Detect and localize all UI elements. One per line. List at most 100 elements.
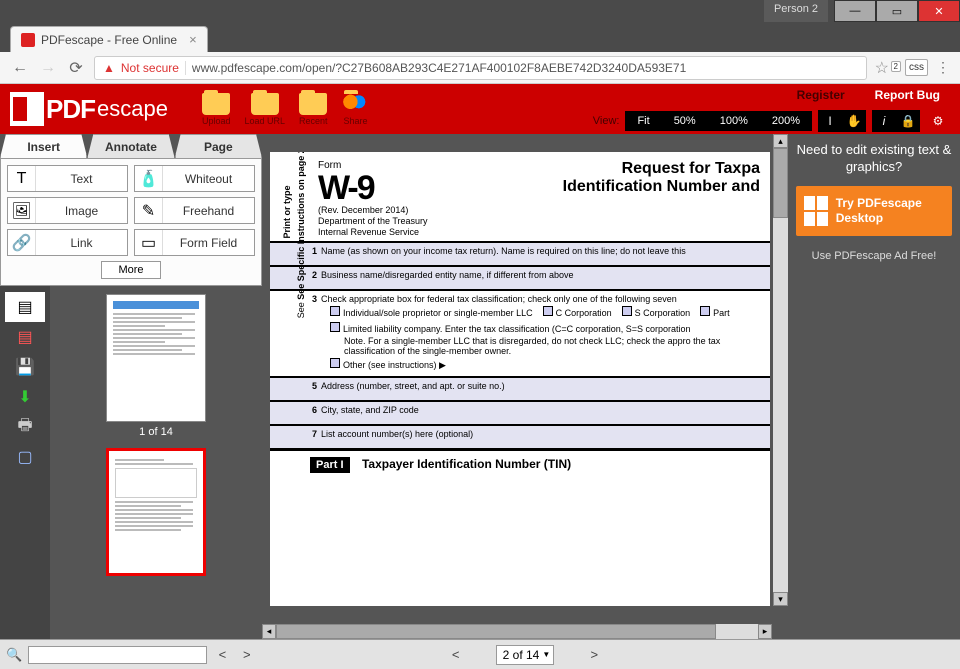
tab-page[interactable]: Page (175, 134, 262, 158)
header-links: Register Report Bug (797, 88, 940, 102)
tool-whiteout[interactable]: 🧴Whiteout (134, 165, 255, 192)
browser-tab-bar: PDFescape - Free Online × (0, 22, 960, 52)
view-fit-button[interactable]: Fit (625, 111, 661, 131)
scroll-down-icon[interactable]: ▾ (773, 592, 788, 606)
page-next-button[interactable]: > (574, 647, 614, 662)
checkbox-llc[interactable] (330, 322, 340, 332)
form-row-3: 3Check appropriate box for federal tax c… (270, 290, 770, 377)
css-extension-icon[interactable]: css (905, 59, 928, 76)
main-area: Insert Annotate Page TText 🧴Whiteout 🖼Im… (0, 134, 960, 639)
page-prev-button[interactable]: < (436, 647, 476, 662)
view-50-button[interactable]: 50% (662, 111, 708, 131)
tab-insert[interactable]: Insert (0, 134, 87, 158)
gear-icon[interactable]: ⚙ (926, 110, 950, 132)
side-save-icon[interactable]: 💾 (5, 352, 45, 382)
back-button[interactable]: ← (10, 59, 30, 77)
tool-formfield[interactable]: ▭Form Field (134, 229, 255, 256)
horizontal-scrollbar[interactable]: ◂ ▸ (262, 624, 772, 639)
hand-cursor-icon[interactable]: ✋ (842, 110, 866, 132)
form-row-6[interactable]: 6City, state, and ZIP code (270, 401, 770, 425)
thumb-next-button[interactable]: > (238, 647, 256, 662)
omnibox[interactable]: ▲ Not secure www.pdfescape.com/open/?C27… (94, 56, 867, 80)
vertical-scroll-thumb[interactable] (773, 148, 788, 218)
image-icon: 🖼 (8, 198, 36, 223)
app-header: PDFescape Upload Load URL Recent Share R… (0, 84, 960, 134)
side-text-print: Print or type (282, 152, 292, 312)
folder-upload-icon (202, 93, 230, 115)
thumbnail-pane[interactable]: 1 of 14 (50, 286, 262, 639)
thumb-prev-button[interactable]: < (213, 647, 231, 662)
form-row-5[interactable]: 5Address (number, street, and apt. or su… (270, 377, 770, 401)
browser-menu-icon[interactable]: ⋮ (936, 59, 950, 76)
bookmark-icon[interactable]: ☆ (875, 58, 889, 78)
checkbox-scorp[interactable] (622, 306, 632, 316)
checkbox-partnership[interactable] (700, 306, 710, 316)
tool-link[interactable]: 🔗Link (7, 229, 128, 256)
form-dept: Department of the Treasury (318, 216, 428, 227)
scroll-right-icon[interactable]: ▸ (758, 624, 772, 639)
thumbnail-page-2[interactable] (106, 448, 206, 576)
upload-button[interactable]: Upload (202, 93, 231, 126)
promo-question: Need to edit existing text & graphics? (796, 142, 952, 176)
side-download-icon[interactable]: ⬇ (5, 382, 45, 412)
checkbox-individual[interactable] (330, 306, 340, 316)
logo[interactable]: PDFescape (10, 92, 168, 126)
ad-free-link[interactable]: Use PDFescape Ad Free! (796, 250, 952, 262)
security-status: Not secure (121, 61, 186, 75)
page-selector[interactable]: 2 of 14 (496, 645, 555, 665)
lock-icon[interactable]: 🔒 (896, 110, 920, 132)
forward-button: → (38, 59, 58, 77)
view-200-button[interactable]: 200% (760, 111, 812, 131)
reload-button[interactable]: ⟳ (66, 58, 86, 78)
register-link[interactable]: Register (797, 88, 845, 102)
side-blank-icon[interactable]: ▢ (5, 442, 45, 472)
scroll-up-icon[interactable]: ▴ (773, 134, 788, 148)
form-number: W-9 (318, 171, 428, 205)
vertical-scrollbar[interactable]: ▴ ▾ (773, 134, 788, 606)
search-icon[interactable]: 🔍 (6, 647, 22, 663)
browser-tab[interactable]: PDFescape - Free Online × (10, 26, 208, 52)
tab-close-icon[interactable]: × (189, 32, 197, 47)
form-title-1: Request for Taxpa (438, 160, 760, 178)
more-button[interactable]: More (101, 261, 161, 279)
windows-icon (804, 196, 828, 226)
horizontal-scroll-thumb[interactable] (276, 624, 716, 639)
share-button[interactable]: Share (342, 93, 370, 126)
part-1-label: Part I (310, 457, 350, 473)
text-cursor-icon[interactable]: I (818, 110, 842, 132)
logo-text-pdf: PDF (46, 94, 95, 125)
thumbnail-page-1[interactable] (106, 294, 206, 422)
scroll-left-icon[interactable]: ◂ (262, 624, 276, 639)
pdf-page[interactable]: Print or type See See Specific Instructi… (270, 152, 770, 606)
form-row-2[interactable]: 2Business name/disregarded entity name, … (270, 266, 770, 290)
side-doc-icon[interactable]: ▤ (5, 322, 45, 352)
view-100-button[interactable]: 100% (708, 111, 760, 131)
side-print-icon[interactable]: 🖶 (5, 412, 45, 442)
checkbox-ccorp[interactable] (543, 306, 553, 316)
side-page-icon[interactable]: ▤ (5, 292, 45, 322)
loadurl-button[interactable]: Load URL (244, 93, 285, 126)
pencil-icon: ✎ (135, 198, 163, 223)
tool-image[interactable]: 🖼Image (7, 197, 128, 224)
try-desktop-button[interactable]: Try PDFescape Desktop (796, 186, 952, 236)
tool-freehand[interactable]: ✎Freehand (134, 197, 255, 224)
report-bug-link[interactable]: Report Bug (875, 88, 940, 102)
logo-text-escape: escape (97, 96, 168, 122)
tool-text[interactable]: TText (7, 165, 128, 192)
recent-button[interactable]: Recent (299, 93, 328, 126)
form-row-7[interactable]: 7List account number(s) here (optional) (270, 425, 770, 449)
profile-label[interactable]: Person 2 (764, 0, 828, 22)
maximize-button[interactable]: ▭ (876, 0, 918, 22)
form-body: 1Name (as shown on your income tax retur… (270, 241, 770, 473)
info-icon[interactable]: i (872, 110, 896, 132)
tab-annotate[interactable]: Annotate (87, 134, 174, 158)
whiteout-icon: 🧴 (135, 166, 163, 191)
form-row-1[interactable]: 1Name (as shown on your income tax retur… (270, 242, 770, 266)
header-toolbar: Upload Load URL Recent Share (202, 93, 370, 126)
close-button[interactable]: ✕ (918, 0, 960, 22)
checkbox-other[interactable] (330, 358, 340, 368)
document-viewport[interactable]: Print or type See See Specific Instructi… (262, 134, 788, 639)
search-input[interactable] (28, 646, 207, 664)
form-revision: (Rev. December 2014) (318, 205, 428, 216)
minimize-button[interactable]: — (834, 0, 876, 22)
